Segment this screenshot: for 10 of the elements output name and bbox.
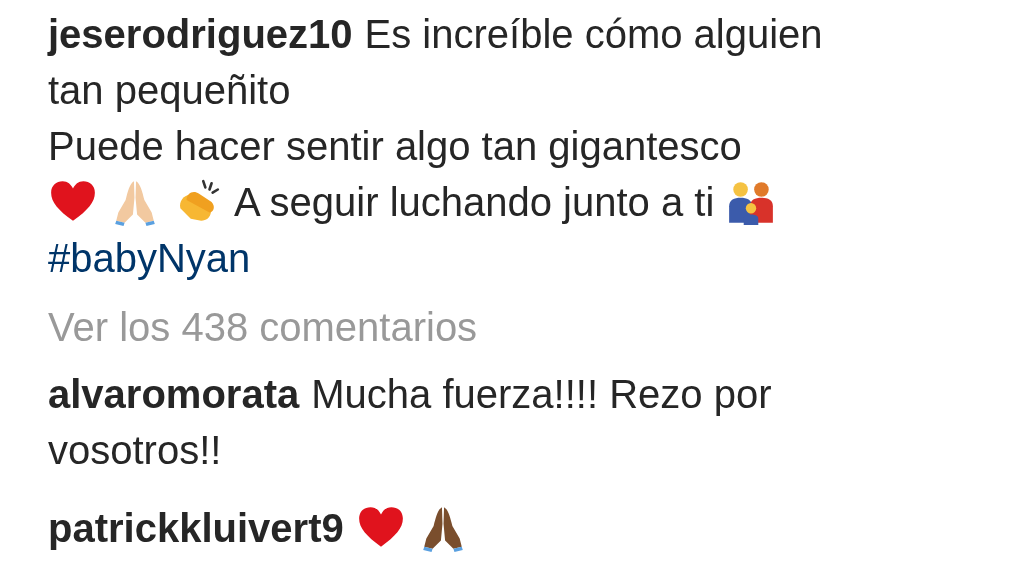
comment-text: vosotros!! xyxy=(48,427,222,473)
username[interactable]: jeserodriguez10 xyxy=(48,11,353,57)
hashtag-link[interactable]: #babyNyan xyxy=(48,235,251,281)
username[interactable]: alvaromorata xyxy=(48,371,300,417)
comment-text: Mucha fuerza!!!! Rezo por xyxy=(311,371,772,417)
comment-text: tan pequeñito xyxy=(48,67,291,113)
comment-text: Es increíble cómo alguien xyxy=(364,11,823,57)
comment-text: Puede hacer sentir algo tan gigantesco xyxy=(48,123,742,169)
username[interactable]: patrickkluivert9 xyxy=(48,505,344,551)
comment-text: A seguir luchando junto a ti xyxy=(234,179,715,225)
